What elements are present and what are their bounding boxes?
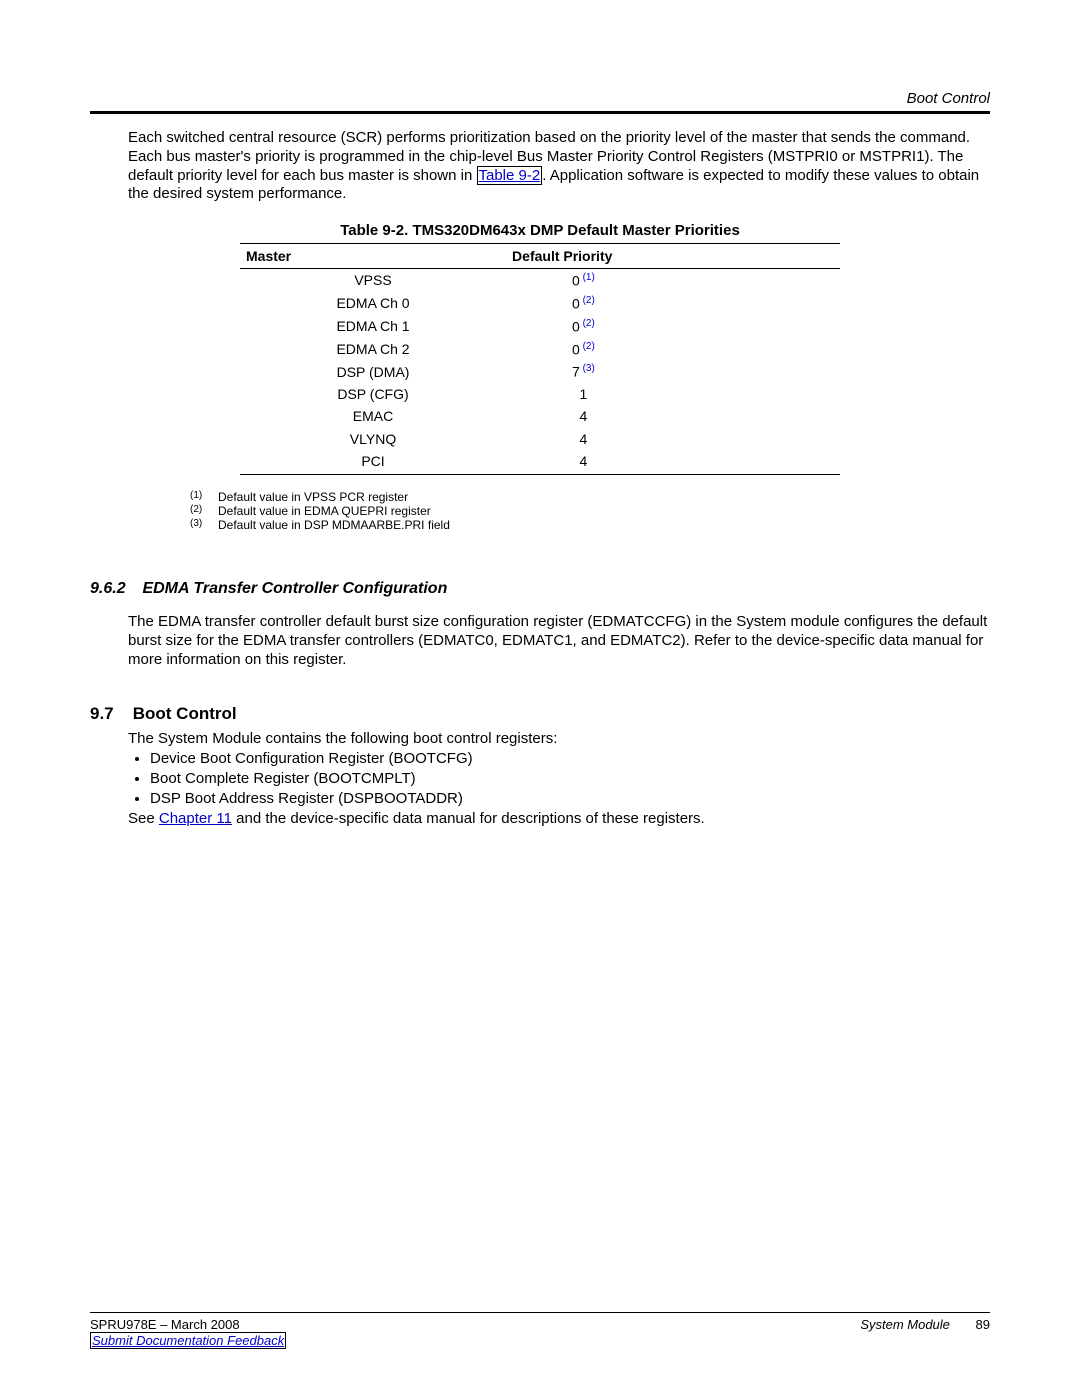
spacer-cell: [661, 360, 840, 383]
priority-cell: 7 (3): [506, 360, 661, 383]
footnote-number: (1): [190, 490, 218, 504]
master-cell: EDMA Ch 1: [240, 315, 506, 338]
footer-right: System Module 89: [860, 1317, 990, 1350]
spacer-cell: [661, 269, 840, 292]
table-row: EMAC4: [240, 405, 840, 427]
spacer-cell: [661, 450, 840, 475]
trail-pre: See: [128, 810, 159, 827]
section-number: 9.6.2: [90, 580, 138, 598]
table-row: VPSS0 (1): [240, 269, 840, 292]
table-row: DSP (DMA)7 (3): [240, 360, 840, 383]
master-cell: DSP (DMA): [240, 360, 506, 383]
spacer-cell: [661, 338, 840, 361]
footnote-text: Default value in DSP MDMAARBE.PRI field: [218, 519, 450, 533]
section-number: 9.7: [90, 704, 128, 724]
footnote-ref: (1): [580, 272, 595, 283]
footnote: (1)Default value in VPSS PCR register: [190, 491, 990, 505]
section-9.7-heading: 9.7 Boot Control: [90, 704, 990, 724]
master-cell: VLYNQ: [240, 428, 506, 450]
spacer-cell: [661, 315, 840, 338]
boot-lead-text: The System Module contains the following…: [128, 730, 990, 749]
section-9.6.2-heading: 9.6.2 EDMA Transfer Controller Configura…: [90, 580, 990, 598]
footnote-number: (3): [190, 518, 218, 532]
priority-cell: 0 (2): [506, 315, 661, 338]
boot-trail-text: See Chapter 11 and the device-specific d…: [128, 810, 990, 829]
master-cell: EDMA Ch 0: [240, 292, 506, 315]
priority-cell: 4: [506, 450, 661, 475]
footer-rule: [90, 1312, 990, 1313]
master-cell: PCI: [240, 450, 506, 475]
document-page: Boot Control Each switched central resou…: [0, 0, 1080, 1397]
col-priority-header: Default Priority: [506, 244, 661, 269]
footnote: (3)Default value in DSP MDMAARBE.PRI fie…: [190, 519, 990, 533]
table-row: DSP (CFG)1: [240, 383, 840, 405]
doc-id: SPRU978E – March 2008: [90, 1317, 286, 1333]
priority-cell: 4: [506, 405, 661, 427]
master-cell: EDMA Ch 2: [240, 338, 506, 361]
table-header-row: Master Default Priority: [240, 244, 840, 269]
table-row: EDMA Ch 20 (2): [240, 338, 840, 361]
section-title: Boot Control: [133, 704, 237, 723]
spacer-cell: [661, 428, 840, 450]
table-ref-link[interactable]: Table 9-2: [477, 166, 543, 185]
section-9.6.2-body: The EDMA transfer controller default bur…: [128, 613, 990, 669]
intro-paragraph: Each switched central resource (SCR) per…: [128, 129, 990, 204]
master-cell: EMAC: [240, 405, 506, 427]
table-row: PCI4: [240, 450, 840, 475]
master-cell: VPSS: [240, 269, 506, 292]
table-footnotes: (1)Default value in VPSS PCR register(2)…: [190, 491, 990, 532]
header-section-title: Boot Control: [90, 90, 990, 107]
footnote-ref: (2): [580, 341, 595, 352]
footnote-ref: (2): [580, 295, 595, 306]
master-cell: DSP (CFG): [240, 383, 506, 405]
header-rule: [90, 111, 990, 114]
footnote-ref: (2): [580, 318, 595, 329]
list-item: DSP Boot Address Register (DSPBOOTADDR): [150, 790, 990, 809]
boot-register-list: Device Boot Configuration Register (BOOT…: [128, 750, 990, 808]
page-number: 89: [976, 1317, 990, 1332]
section-9.7-body: The System Module contains the following…: [128, 730, 990, 829]
col-spacer: [661, 244, 840, 269]
table-body: VPSS0 (1)EDMA Ch 00 (2)EDMA Ch 10 (2)EDM…: [240, 269, 840, 475]
priority-cell: 0 (2): [506, 338, 661, 361]
module-name: System Module: [860, 1317, 950, 1332]
priority-cell: 0 (1): [506, 269, 661, 292]
table-row: VLYNQ4: [240, 428, 840, 450]
spacer-cell: [661, 292, 840, 315]
trail-post: and the device-specific data manual for …: [232, 810, 705, 827]
table-row: EDMA Ch 10 (2): [240, 315, 840, 338]
section-title: EDMA Transfer Controller Configuration: [142, 580, 447, 597]
priority-cell: 4: [506, 428, 661, 450]
spacer-cell: [661, 383, 840, 405]
col-master-header: Master: [240, 244, 506, 269]
spacer-cell: [661, 405, 840, 427]
page-footer: SPRU978E – March 2008 Submit Documentati…: [90, 1312, 990, 1350]
footnote-text: Default value in VPSS PCR register: [218, 491, 408, 505]
table-caption: Table 9-2. TMS320DM643x DMP Default Mast…: [90, 222, 990, 239]
priority-cell: 1: [506, 383, 661, 405]
chapter-link[interactable]: Chapter 11: [159, 810, 232, 827]
list-item: Device Boot Configuration Register (BOOT…: [150, 750, 990, 769]
footnote-ref: (3): [580, 363, 595, 374]
table-row: EDMA Ch 00 (2): [240, 292, 840, 315]
feedback-link[interactable]: Submit Documentation Feedback: [90, 1332, 286, 1349]
footnote: (2)Default value in EDMA QUEPRI register: [190, 505, 990, 519]
priorities-table: Master Default Priority VPSS0 (1)EDMA Ch…: [240, 243, 840, 475]
footnote-number: (2): [190, 504, 218, 518]
priority-cell: 0 (2): [506, 292, 661, 315]
footnote-text: Default value in EDMA QUEPRI register: [218, 505, 431, 519]
footer-left: SPRU978E – March 2008 Submit Documentati…: [90, 1317, 286, 1350]
list-item: Boot Complete Register (BOOTCMPLT): [150, 770, 990, 789]
